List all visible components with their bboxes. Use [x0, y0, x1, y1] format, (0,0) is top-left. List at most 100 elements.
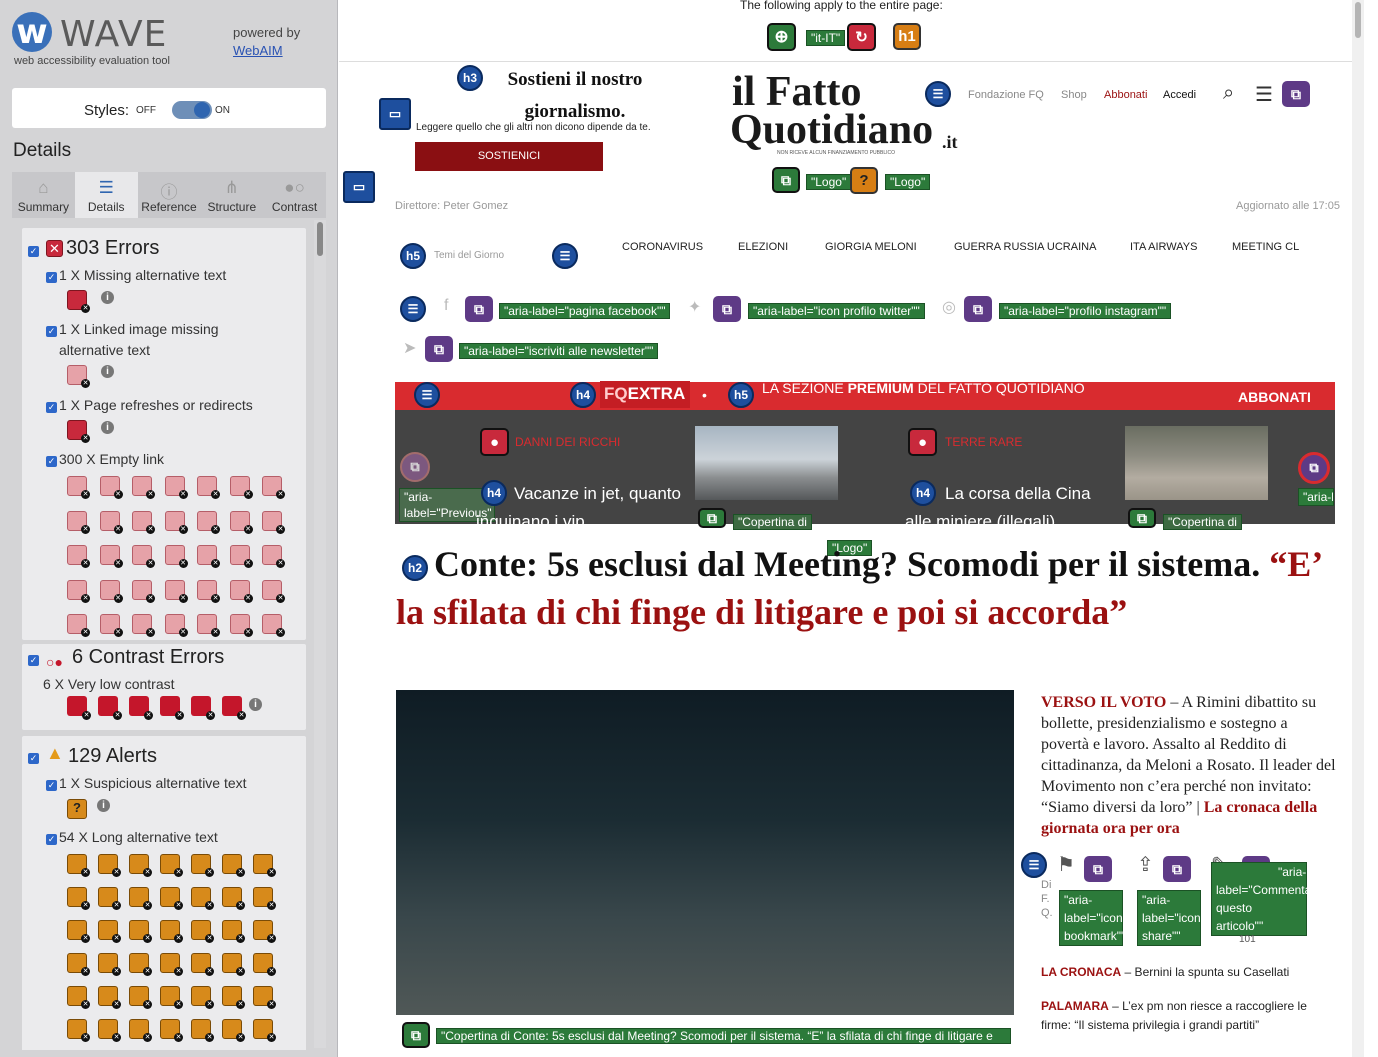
h5-icon[interactable]: h5: [400, 243, 426, 269]
h4-icon[interactable]: h4: [570, 382, 596, 408]
long-alt-icon[interactable]: ✕: [253, 920, 276, 943]
region-icon[interactable]: ▭: [343, 171, 375, 203]
tab-summary[interactable]: ⌂ Summary: [12, 172, 75, 218]
long-alt-icon[interactable]: ✕: [191, 986, 214, 1009]
long-alt-icon[interactable]: ✕: [191, 887, 214, 910]
info-icon[interactable]: i: [249, 698, 262, 711]
errors-checkbox[interactable]: ✓: [28, 246, 39, 257]
article-photo[interactable]: [396, 690, 1014, 1015]
long-alt-icon[interactable]: ✕: [98, 887, 121, 910]
bookmark-icon[interactable]: ⚑: [1057, 852, 1075, 877]
very-low-contrast-icon[interactable]: ✕: [129, 696, 153, 720]
twitter-icon[interactable]: ✦: [688, 297, 701, 317]
share-icon[interactable]: ⇪: [1137, 852, 1154, 877]
empty-link-icon[interactable]: ✕: [99, 476, 123, 499]
long-alt-icon[interactable]: ✕: [160, 854, 183, 877]
long-alt-icon[interactable]: ✕: [222, 986, 245, 1009]
empty-link-icon[interactable]: ✕: [164, 614, 188, 637]
empty-link-icon[interactable]: ✕: [132, 510, 155, 534]
long-alt-icon[interactable]: ✕: [67, 854, 90, 877]
empty-link-icon[interactable]: ✕: [197, 614, 220, 637]
menu-item[interactable]: MEETING CL: [1232, 241, 1299, 253]
menu-item[interactable]: ITA AIRWAYS: [1130, 241, 1197, 253]
nav-shop[interactable]: Shop: [1061, 89, 1087, 101]
long-alt-icon[interactable]: ✕: [67, 1019, 90, 1042]
carousel-title[interactable]: La corsa della Cina alle miniere (illega…: [905, 480, 1115, 524]
tab-details[interactable]: ☰ Details: [74, 172, 138, 218]
nav-abbonati[interactable]: Abbonati: [1104, 89, 1147, 101]
empty-link-icon[interactable]: ✕: [164, 510, 188, 534]
long-alt-icon[interactable]: ✕: [222, 953, 245, 976]
long-alt-icon[interactable]: ✕: [98, 1019, 121, 1042]
search-icon[interactable]: ⌕: [1223, 82, 1234, 105]
suspicious-alt-icon[interactable]: ?: [850, 167, 878, 194]
long-alt-icon[interactable]: ✕: [67, 920, 90, 943]
info-icon[interactable]: i: [97, 799, 110, 812]
empty-link-icon[interactable]: ✕: [132, 476, 155, 499]
carousel-title[interactable]: Vacanze in jet, quanto inquinano i vip: [476, 480, 686, 524]
sidebar-scrollbar[interactable]: [314, 220, 326, 1048]
long-alt-icon[interactable]: ✕: [222, 887, 245, 910]
long-alt-icon[interactable]: ✕: [129, 986, 152, 1009]
empty-link-icon[interactable]: ✕: [262, 545, 285, 568]
list-icon[interactable]: ☰: [414, 382, 440, 408]
empty-link-icon[interactable]: ✕: [132, 579, 155, 603]
linked-image-icon[interactable]: ⧉: [698, 508, 726, 528]
empty-link-icon[interactable]: ✕: [67, 614, 90, 637]
contrast-error-icon[interactable]: ●: [480, 428, 509, 456]
logo-line-1[interactable]: il Fatto: [732, 71, 861, 113]
linked-image-icon[interactable]: ⧉: [402, 1022, 430, 1048]
suspicious-alt-icon[interactable]: ?: [67, 799, 87, 819]
list-icon[interactable]: ☰: [400, 296, 426, 322]
page-refresh-error-icon[interactable]: ↻: [847, 23, 876, 51]
region-icon[interactable]: ▭: [379, 98, 411, 130]
empty-link-icon[interactable]: ✕: [164, 545, 188, 568]
hamburger-icon[interactable]: ☰: [1255, 82, 1273, 107]
empty-link-icon[interactable]: ✕: [262, 614, 285, 637]
sostienici-button[interactable]: SOSTIENICI: [415, 142, 603, 171]
long-alt-icon[interactable]: ✕: [191, 854, 214, 877]
long-alt-icon[interactable]: ✕: [129, 1019, 152, 1042]
menu-item[interactable]: GIORGIA MELONI: [825, 241, 917, 253]
long-alt-icon[interactable]: ✕: [129, 920, 152, 943]
aria-icon[interactable]: ⧉: [1298, 452, 1330, 484]
item-checkbox[interactable]: ✓: [46, 402, 57, 413]
long-alt-icon[interactable]: ✕: [253, 953, 276, 976]
long-alt-icon[interactable]: ✕: [253, 854, 276, 877]
h5-icon[interactable]: h5: [728, 382, 754, 408]
tab-structure[interactable]: ⋔ Structure: [200, 172, 263, 218]
empty-link-icon[interactable]: ✕: [67, 579, 90, 603]
empty-link-icon[interactable]: ✕: [229, 579, 253, 603]
long-alt-icon[interactable]: ✕: [129, 887, 152, 910]
item-checkbox[interactable]: ✓: [46, 326, 57, 337]
nav-fondazione[interactable]: Fondazione FQ: [968, 89, 1044, 101]
logo-line-2[interactable]: Quotidiano: [730, 109, 933, 151]
scrollbar-thumb[interactable]: [1355, 2, 1361, 38]
page-scrollbar[interactable]: [1352, 0, 1364, 1057]
empty-link-icon[interactable]: ✕: [262, 476, 285, 499]
tab-contrast[interactable]: ●○ Contrast: [263, 172, 326, 218]
long-alt-icon[interactable]: ✕: [98, 986, 121, 1009]
styles-toggle[interactable]: [172, 101, 212, 119]
empty-link-icon[interactable]: ✕: [99, 510, 123, 534]
long-alt-icon[interactable]: ✕: [253, 887, 276, 910]
long-alt-icon[interactable]: ✕: [191, 1019, 214, 1042]
long-alt-icon[interactable]: ✕: [160, 887, 183, 910]
list-icon[interactable]: ☰: [552, 243, 578, 269]
menu-item[interactable]: GUERRA RUSSIA UCRAINA: [954, 241, 1096, 253]
instagram-icon[interactable]: ◎: [942, 297, 956, 317]
very-low-contrast-icon[interactable]: ✕: [67, 696, 91, 720]
item-checkbox[interactable]: ✓: [46, 272, 57, 283]
aria-icon[interactable]: ⧉: [1282, 81, 1310, 107]
carousel-kicker[interactable]: TERRE RARE: [945, 435, 1022, 449]
empty-link-icon[interactable]: ✕: [67, 510, 90, 534]
linked-image-icon[interactable]: ⧉: [772, 167, 800, 193]
long-alt-icon[interactable]: ✕: [129, 854, 152, 877]
missing-alt-icon[interactable]: ✕: [67, 290, 90, 313]
long-alt-icon[interactable]: ✕: [191, 953, 214, 976]
empty-link-icon[interactable]: ✕: [99, 545, 123, 568]
refresh-icon[interactable]: ✕: [67, 420, 90, 443]
empty-link-icon[interactable]: ✕: [262, 579, 285, 603]
very-low-contrast-icon[interactable]: ✕: [191, 696, 215, 720]
mine-image[interactable]: [1125, 426, 1268, 500]
